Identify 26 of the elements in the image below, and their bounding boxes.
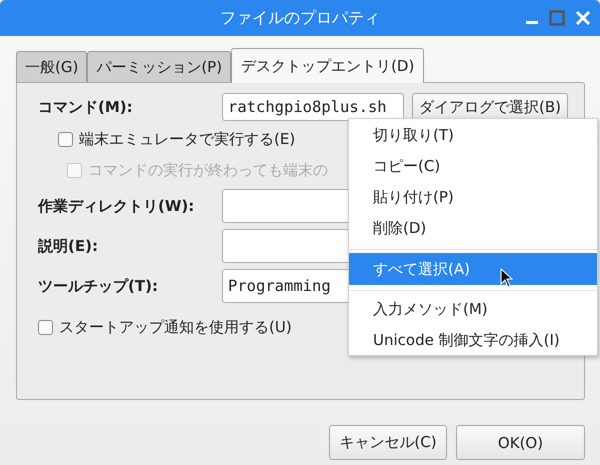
field-label: 作業ディレクトリ(W): bbox=[38, 196, 196, 216]
menu-item[interactable]: 貼り付け(P) bbox=[349, 182, 597, 213]
close-icon[interactable] bbox=[575, 10, 591, 26]
checkbox-label: 端末エミュレータで実行する(E) bbox=[79, 130, 296, 149]
tab[interactable]: デスクトップエントリ(D) bbox=[231, 48, 424, 83]
input-field[interactable]: ratchgpio8plus.sh bbox=[222, 93, 404, 121]
checkbox[interactable] bbox=[38, 320, 53, 335]
tab[interactable]: パーミッション(P) bbox=[87, 51, 232, 82]
window-title: ファイルのプロパティ bbox=[220, 8, 380, 28]
menu-item[interactable]: コピー(C) bbox=[349, 151, 597, 182]
tab[interactable]: 一般(G) bbox=[16, 51, 88, 82]
menu-item[interactable]: 切り取り(T) bbox=[349, 120, 597, 151]
cancel-button[interactable]: キャンセル(C) bbox=[329, 425, 447, 460]
menu-item[interactable]: Unicode 制御文字の挿入(I) bbox=[349, 325, 597, 356]
maximize-icon[interactable] bbox=[549, 10, 565, 26]
field-label: ツールチップ(T): bbox=[38, 276, 159, 296]
checkbox-label: コマンドの実行が終わっても端末の bbox=[88, 161, 328, 180]
menu-item[interactable]: すべて選択(A) bbox=[349, 253, 597, 285]
menu-item[interactable]: 削除(D) bbox=[349, 213, 597, 244]
field-label: 説明(E): bbox=[38, 236, 99, 256]
checkbox[interactable] bbox=[58, 132, 73, 147]
field-label: コマンド(M): bbox=[38, 98, 134, 116]
checkbox-label: スタートアップ通知を使用する(U) bbox=[59, 318, 292, 337]
ok-button[interactable]: OK(O) bbox=[456, 425, 585, 460]
menu-item[interactable]: 入力メソッド(M) bbox=[349, 294, 597, 325]
mouse-pointer-icon bbox=[500, 268, 514, 288]
